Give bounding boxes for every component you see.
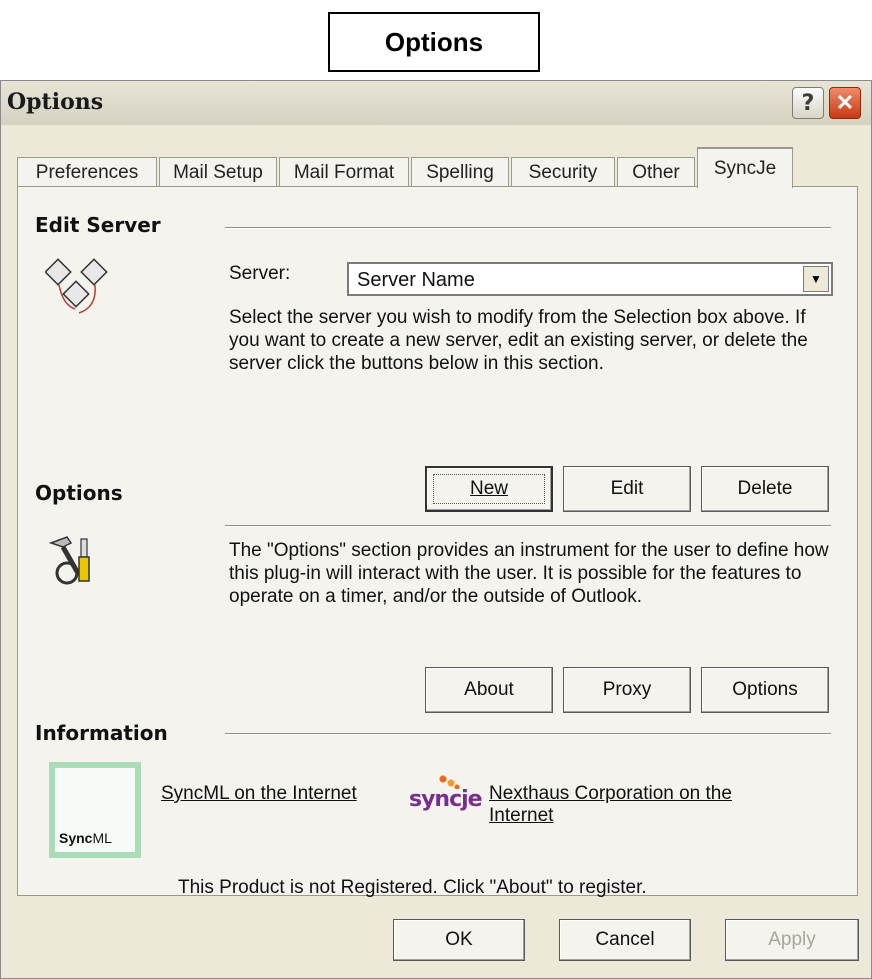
syncje-logo-text: syncje: [409, 787, 483, 812]
syncml-logo-text: SyncML: [59, 830, 112, 846]
server-select-value: Server Name: [357, 269, 475, 291]
tab-other[interactable]: Other: [617, 157, 695, 187]
syncml-logo-rest: ML: [92, 830, 112, 846]
help-button[interactable]: ?: [792, 87, 824, 119]
nexthaus-link-line1: Nexthaus Corporation on the: [489, 783, 732, 804]
ok-button[interactable]: OK: [393, 919, 525, 961]
edit-server-description: Select the server you wish to modify fro…: [229, 307, 808, 374]
options-button[interactable]: Options: [701, 667, 829, 713]
syncml-logo[interactable]: SyncML: [49, 762, 141, 858]
server-label: Server:: [229, 263, 291, 284]
syncml-logo-bold: Sync: [59, 830, 93, 846]
delete-server-button[interactable]: Delete: [701, 466, 829, 512]
cancel-button-label: Cancel: [595, 929, 655, 950]
apply-button[interactable]: Apply: [725, 919, 859, 961]
tab-preferences[interactable]: Preferences: [17, 157, 157, 187]
syncml-internet-link[interactable]: SyncML on the Internet: [161, 783, 357, 805]
tab-mail-setup[interactable]: Mail Setup: [159, 157, 277, 187]
tab-security[interactable]: Security: [511, 157, 615, 187]
window-title: Options: [7, 89, 104, 115]
syncje-logo[interactable]: syncje: [409, 775, 483, 821]
close-button[interactable]: ✕: [829, 87, 861, 119]
edit-button-label: Edit: [610, 478, 644, 499]
focus-rectangle: [433, 474, 545, 504]
title-bar: Options ? ✕: [1, 81, 871, 125]
tab-syncje[interactable]: SyncJe: [697, 147, 793, 188]
options-divider: [225, 525, 831, 527]
tab-mail-format[interactable]: Mail Format: [279, 157, 409, 187]
server-select[interactable]: Server Name ▼: [347, 262, 833, 296]
close-icon: ✕: [835, 90, 855, 115]
help-icon: ?: [801, 90, 815, 116]
about-button[interactable]: About: [425, 667, 553, 713]
delete-button-label: Delete: [737, 478, 793, 499]
cancel-button[interactable]: Cancel: [559, 919, 691, 961]
registration-status-text: This Product is not Registered. Click "A…: [178, 877, 647, 898]
information-heading: Information: [35, 721, 168, 745]
edit-server-divider: [225, 227, 831, 229]
options-description: The "Options" section provides an instru…: [229, 540, 829, 607]
information-divider: [225, 733, 831, 735]
options-heading: Options: [35, 481, 123, 505]
about-button-label: About: [464, 679, 514, 700]
proxy-button[interactable]: Proxy: [563, 667, 691, 713]
edit-server-button[interactable]: Edit: [563, 466, 691, 512]
apply-button-label: Apply: [768, 929, 816, 950]
tab-spelling[interactable]: Spelling: [411, 157, 509, 187]
options-dialog: Options ? ✕ Preferences Mail Setup Mail …: [0, 80, 872, 979]
ok-button-label: OK: [445, 929, 473, 950]
chevron-down-icon[interactable]: ▼: [803, 266, 829, 292]
new-server-button[interactable]: New: [425, 466, 553, 512]
options-button-label: Options: [732, 679, 798, 700]
network-servers-icon: [45, 258, 108, 314]
nexthaus-internet-link[interactable]: Nexthaus Corporation on the Internet: [489, 783, 732, 827]
tools-icon: [48, 536, 90, 585]
proxy-button-label: Proxy: [602, 679, 652, 700]
edit-server-heading: Edit Server: [35, 213, 161, 237]
page-caption: Options: [328, 12, 540, 72]
nexthaus-link-line2: Internet: [489, 805, 554, 826]
